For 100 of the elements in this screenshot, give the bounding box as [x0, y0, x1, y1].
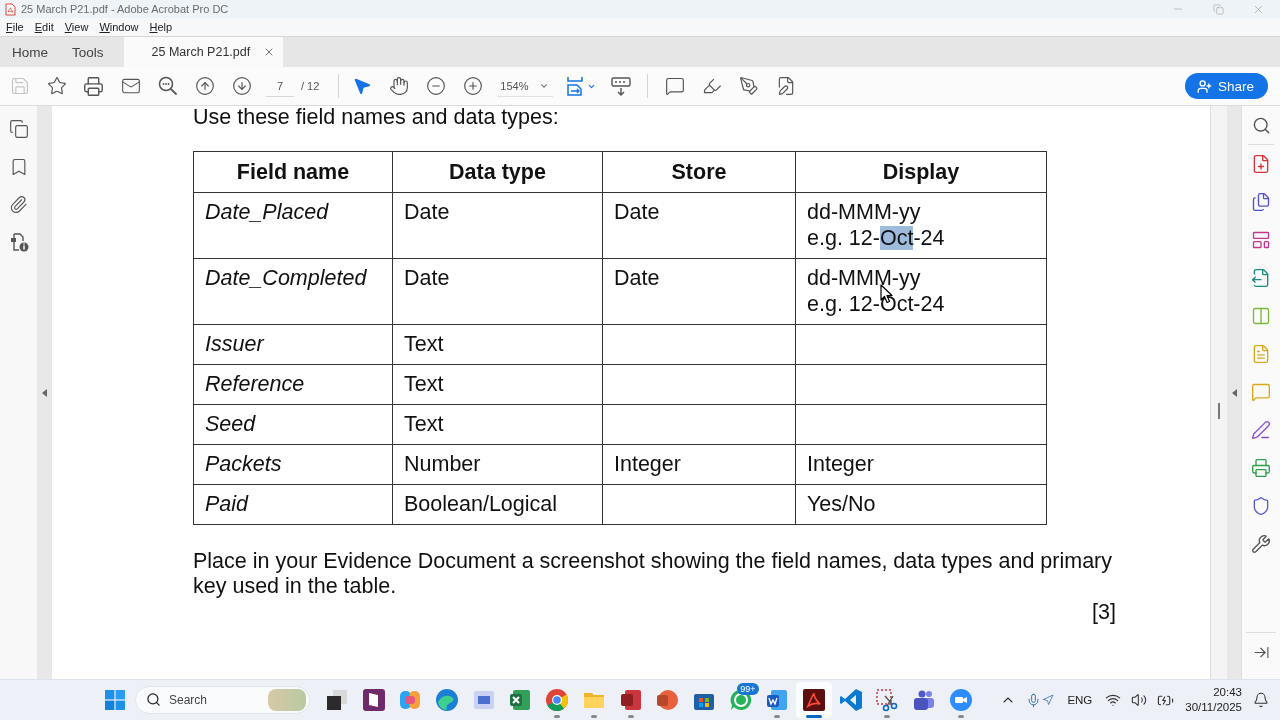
table-cell: Date	[602, 258, 796, 325]
tab[interactable]: Home	[0, 37, 60, 67]
table-cell: Text	[392, 404, 603, 445]
field-name-cell: Date_Completed	[193, 258, 393, 325]
spreadsheet-icon	[508, 688, 533, 712]
running-indicator	[554, 715, 561, 718]
document-app-icon	[765, 688, 790, 712]
search-highlight-placeholder	[268, 689, 306, 711]
task-view-icon	[325, 688, 349, 712]
shield-icon	[1251, 496, 1271, 516]
table-cell: Boolean/Logical	[392, 484, 603, 525]
search-icon	[1251, 115, 1271, 135]
window-title: 25 March P21.pdf - Adobe Acrobat Pro DC	[21, 3, 229, 15]
video-app-icon	[948, 688, 973, 712]
table-cell: Date	[392, 192, 603, 259]
location-arrow-icon	[1042, 694, 1055, 706]
printer-icon	[1251, 458, 1271, 478]
book-app-icon	[361, 688, 386, 712]
running-indicator	[590, 715, 597, 718]
zoom-in-icon	[462, 76, 483, 96]
menu-item[interactable]: Window	[99, 21, 139, 33]
table-cell: Number	[392, 444, 603, 485]
notification-badge: 99+	[737, 683, 759, 695]
search-icon	[157, 76, 178, 96]
search-icon	[146, 692, 161, 707]
file-export-icon	[1251, 268, 1271, 288]
file-plus-icon	[1251, 154, 1271, 174]
pen-nib-icon	[738, 76, 759, 96]
add-user-icon	[1196, 78, 1212, 94]
page-number-field[interactable]: 7	[266, 75, 294, 97]
file-text-icon	[1251, 344, 1271, 364]
columns-icon	[1251, 306, 1271, 326]
running-indicator	[884, 715, 891, 718]
instruction-text: Place in your Evidence Document a screenshot showing the field names, data types and primary key used in the table.	[193, 549, 1114, 599]
printer-icon	[83, 75, 104, 97]
arrow-down-icon	[231, 76, 252, 96]
column-header: Data type	[392, 151, 603, 193]
marks-text: [3]	[1091, 600, 1116, 625]
speaker-icon	[1131, 692, 1148, 708]
table-cell: Integer	[602, 444, 796, 485]
running-indicator	[627, 715, 634, 718]
field-name-cell: Seed	[193, 404, 393, 445]
pen-icon	[1251, 420, 1271, 440]
share-button[interactable]: Share	[1184, 73, 1268, 99]
zoom-out-icon	[425, 76, 446, 96]
arrow-up-icon	[194, 76, 215, 96]
zoom-field[interactable]: 154%	[497, 75, 554, 97]
column-header: Store	[602, 151, 796, 193]
collapse-arrow-icon[interactable]	[42, 388, 47, 397]
table-cell: Text	[392, 324, 603, 365]
people-app-icon	[912, 688, 936, 712]
taskbar-app-button[interactable]: 99+	[722, 682, 759, 718]
column-header: Display	[795, 151, 1047, 193]
collapse-arrow-icon[interactable]	[1231, 388, 1237, 397]
field-name-cell: Reference	[193, 364, 393, 405]
clock[interactable]: 20:43 30/11/2025	[1179, 685, 1248, 715]
hand-icon	[388, 76, 409, 96]
star-icon	[46, 76, 67, 96]
field-name-cell: Date_Placed	[193, 192, 393, 259]
save-icon	[9, 76, 30, 96]
field-name-cell: Paid	[193, 484, 393, 525]
menu-item[interactable]: File	[6, 21, 24, 33]
fit-page-icon	[565, 76, 586, 96]
segmented-circle-icon	[545, 688, 570, 712]
table-cell: Date	[602, 192, 796, 259]
table-cell: Yes/No	[795, 484, 1047, 525]
menu-item[interactable]: Help	[149, 21, 173, 33]
pdf-app-icon	[801, 688, 826, 712]
scroll-thumb[interactable]	[1218, 402, 1220, 419]
document-info-icon[interactable]	[8, 232, 29, 252]
windows-logo-icon	[105, 690, 125, 710]
slides-app-icon	[655, 688, 680, 712]
wave-circle-icon	[435, 688, 460, 712]
wifi-icon	[1105, 692, 1122, 708]
menu-item[interactable]: View	[64, 21, 89, 33]
column-header: Field name	[193, 151, 393, 193]
running-indicator	[774, 715, 781, 718]
comment-icon	[664, 76, 685, 96]
running-indicator	[805, 715, 822, 718]
taskbar-app-button[interactable]	[795, 682, 832, 718]
code-editor-icon	[838, 688, 863, 712]
menu-item[interactable]: Edit	[34, 21, 54, 33]
layout-icon	[1251, 230, 1271, 250]
table-cell: Integer	[795, 444, 1047, 485]
table-cell: dd-MMM-yy e.g. 12-Oct-24	[795, 192, 1047, 259]
field-name-cell: Issuer	[193, 324, 393, 365]
assistant-app-icon	[398, 688, 423, 712]
language-indicator[interactable]: ENG	[1067, 694, 1093, 706]
running-indicator	[957, 715, 964, 718]
table-cell: Date	[392, 258, 603, 325]
microphone-icon	[1026, 692, 1042, 708]
paperclip-icon[interactable]	[9, 195, 28, 214]
pages-icon[interactable]	[8, 119, 29, 139]
wrench-icon	[1251, 534, 1271, 554]
tab[interactable]: Tools	[60, 37, 116, 67]
document-tab[interactable]: 25 March P21.pdf	[123, 37, 284, 67]
pdf-file-icon	[5, 2, 16, 16]
table-cell: Text	[392, 364, 603, 405]
restore-icon	[1212, 3, 1224, 15]
intro-text: Use these field names and data types:	[193, 106, 560, 127]
